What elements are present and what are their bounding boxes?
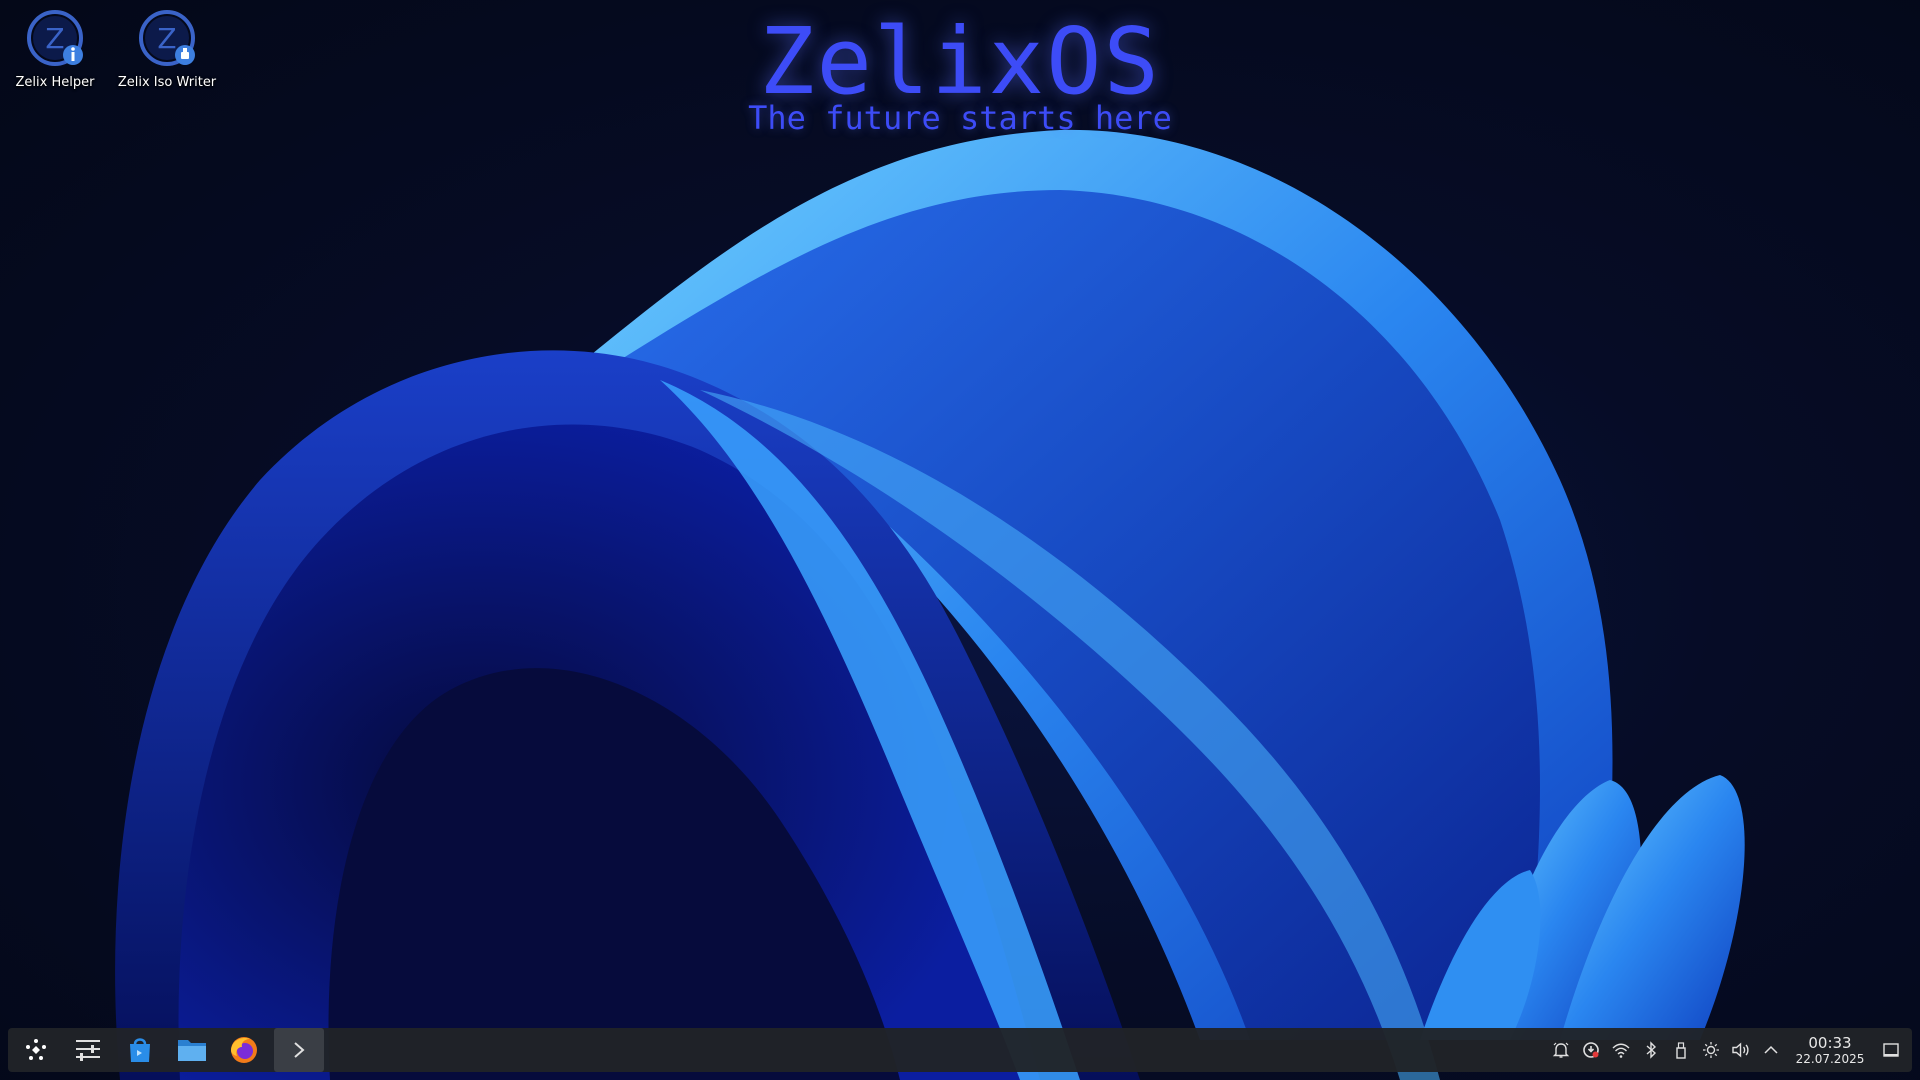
folder-icon <box>178 1040 206 1061</box>
wallpaper <box>115 129 1745 1080</box>
wifi-icon <box>1612 1043 1630 1058</box>
bell-icon <box>1552 1042 1570 1058</box>
bluetooth-icon <box>1646 1041 1657 1059</box>
firefox-button[interactable] <box>222 1028 266 1072</box>
tray-updates[interactable] <box>1579 1038 1603 1062</box>
terminal-button[interactable] <box>274 1028 324 1072</box>
terminal-chevron-icon <box>294 1042 305 1058</box>
tray-network[interactable] <box>1609 1038 1633 1062</box>
clock[interactable]: 00:33 22.07.2025 <box>1794 1033 1866 1066</box>
brand-subtitle: The future starts here <box>748 99 1172 137</box>
tray-usb-devices[interactable] <box>1669 1038 1693 1062</box>
launcher-dots-icon <box>26 1039 46 1060</box>
tray-volume[interactable] <box>1729 1038 1753 1062</box>
tray-brightness[interactable] <box>1699 1038 1723 1062</box>
show-desktop-icon <box>1883 1043 1899 1057</box>
software-store-button[interactable] <box>118 1028 162 1072</box>
tray-notifications[interactable] <box>1549 1038 1573 1062</box>
store-bag-icon <box>130 1038 150 1062</box>
desktop: Z Zelix Helper Z Zelix Iso Writer ZelixO… <box>0 0 1920 1080</box>
settings-sliders-icon <box>76 1040 100 1061</box>
application-launcher-button[interactable] <box>14 1028 58 1072</box>
brightness-icon <box>1703 1042 1719 1058</box>
system-settings-button[interactable] <box>66 1028 110 1072</box>
taskbar: 00:33 22.07.2025 <box>8 1028 1912 1072</box>
clock-time: 00:33 <box>1808 1033 1852 1052</box>
usb-icon <box>1676 1042 1686 1059</box>
tray-bluetooth[interactable] <box>1639 1038 1663 1062</box>
brand-title: ZelixOS <box>759 8 1161 115</box>
tray-show-hidden[interactable] <box>1759 1038 1783 1062</box>
update-icon <box>1583 1042 1599 1058</box>
file-manager-button[interactable] <box>170 1028 214 1072</box>
chevron-up-icon <box>1764 1045 1778 1054</box>
volume-icon <box>1732 1042 1749 1058</box>
firefox-icon <box>231 1037 257 1063</box>
clock-date: 22.07.2025 <box>1795 1051 1865 1066</box>
show-desktop-button[interactable] <box>1876 1035 1906 1065</box>
